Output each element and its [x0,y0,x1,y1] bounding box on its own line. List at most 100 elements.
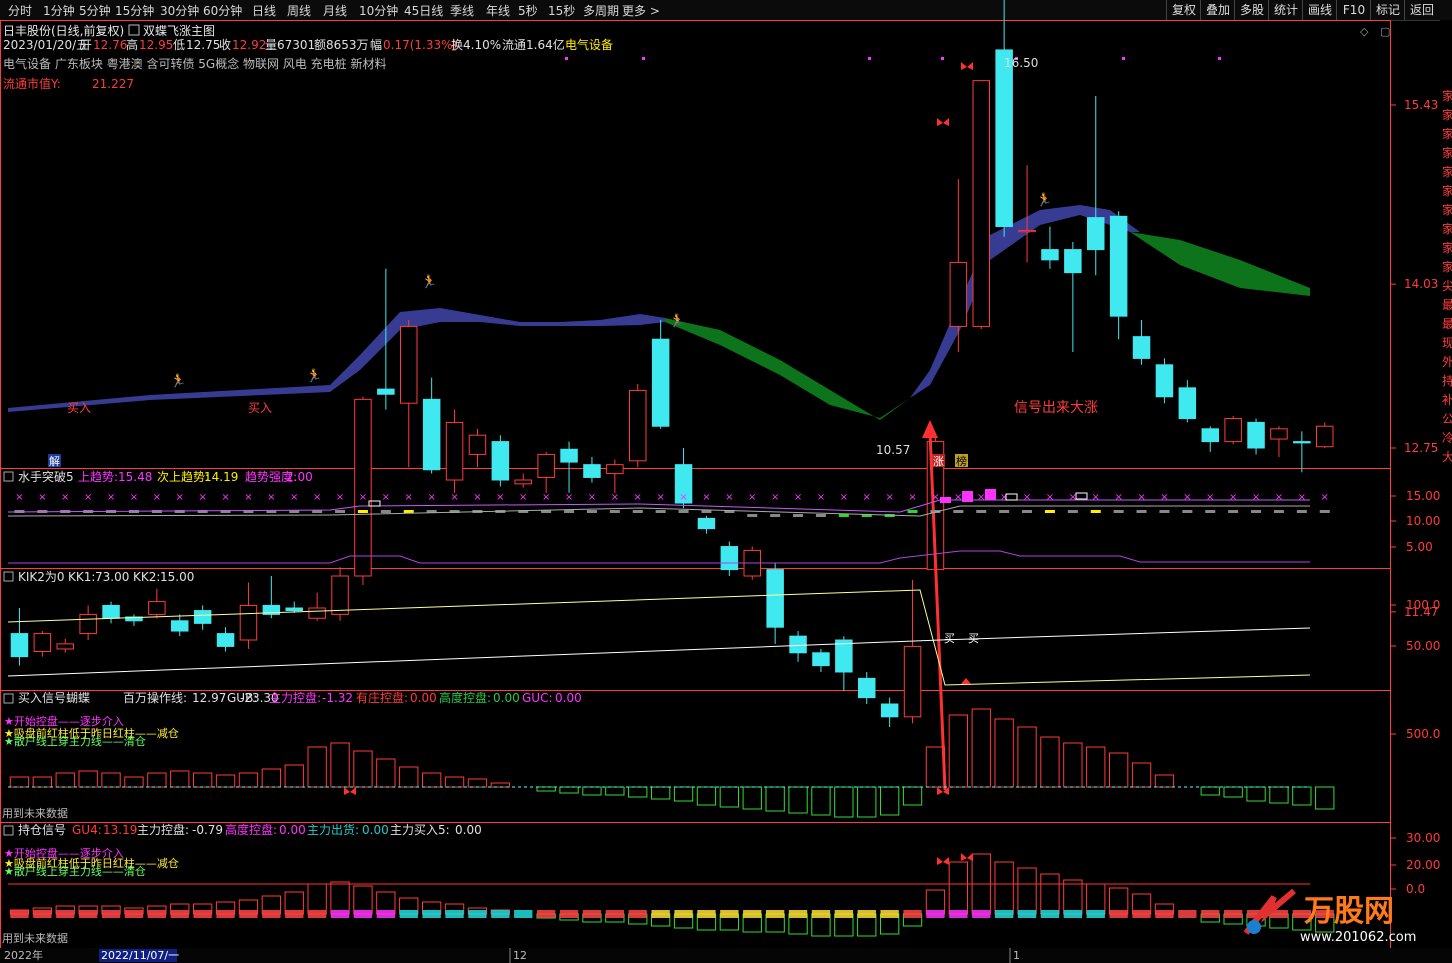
candle-body-15 [354,398,372,577]
p4-band-43 [994,910,1014,918]
p1-dash-42 [976,510,987,513]
p1-cross-18: × [427,492,435,503]
candle-body-44 [1018,229,1036,233]
p1-cross-35: × [817,492,825,503]
p4-band-13 [307,910,327,918]
mcap-value: 21.227 [92,77,134,91]
p2-kk2-line [7,627,1311,677]
p1-cross-55: × [1275,492,1283,503]
butterfly-icon-1 [961,62,973,70]
p3-bar-2 [55,772,75,788]
p1-cross-11: × [267,492,275,503]
p1-dash-44 [1022,510,1033,513]
p4-band-33 [765,910,785,918]
p4-bar-43 [994,861,1014,915]
candle-body-38 [880,703,899,718]
p2-axis-0: 100.0 [1406,598,1440,612]
candle-body-21 [491,441,510,481]
side-letter-7: 家 [1442,221,1452,236]
p3-bar-9 [215,774,236,788]
p4-band-8 [193,910,212,918]
p3-bar-56 [1292,786,1312,806]
panel2-p1-value: 73.00 [95,570,129,584]
p1-cross-31: × [725,492,733,503]
panel4-collapse-icon [3,825,14,836]
p1-cross-39: × [908,492,916,503]
amount-value: 额8653万 [314,38,369,52]
p1-cross-23: × [542,492,550,503]
butterfly-icon-2 [937,118,949,126]
p3-bar-27 [628,786,648,798]
p1-cross-2: × [61,492,69,503]
candle-body-48 [1109,215,1128,317]
panel2-collapse-icon [3,571,14,582]
p1-cross-13: × [313,492,321,503]
p4-band-12 [285,910,304,918]
p1-box-5 [1075,492,1088,500]
p4-bar-46 [1063,879,1083,915]
p3-bar-48 [1108,752,1129,788]
candle-body-55 [1270,428,1288,440]
panel1-l3-value: 2.00 [286,470,313,484]
p1-dash-55 [1273,510,1284,513]
panel1-collapse-icon [3,471,14,482]
candle-body-13 [308,607,326,619]
candle-body-50 [1155,364,1174,398]
side-letter-5: 家 [1442,183,1452,198]
p1-dash-29 [678,510,689,513]
p3-bar-44 [1017,726,1037,788]
p3-bar-8 [192,772,213,788]
p3-bar-47 [1086,746,1106,788]
p3-bar-25 [582,786,602,796]
candle-body-20 [468,434,487,455]
p1-dash-50 [1159,510,1170,513]
p1-cross-1: × [38,492,46,503]
p4-band-39 [903,910,922,918]
panel2-p2-label: KK2: [133,570,160,584]
panel2-p2-value: 15.00 [160,570,194,584]
p3-bar-6 [147,772,167,788]
volume-value: 量67301 [265,38,315,52]
candle-body-19 [445,421,464,481]
candle-body-26 [606,464,624,475]
p1-cross-14: × [336,492,344,503]
p2-axis-1: 50.00 [1406,639,1440,653]
panel1-l1-label: 上趋势: [78,470,118,484]
p1-cross-5: × [130,492,138,503]
p1-cross-37: × [863,492,871,503]
p4-band-22 [514,910,533,918]
low-marker: 10.57 [876,443,910,457]
p3-bar-36 [834,786,854,818]
p3-bar-50 [1154,774,1175,788]
candle-body-9 [216,633,235,647]
p4-band-41 [949,910,968,918]
p3-bar-1 [32,776,53,788]
panel4-p4-value: 0.00 [362,823,389,837]
side-letter-17: 公 [1442,412,1452,426]
candle-body-41 [949,261,968,327]
candle-body-24 [560,448,578,463]
p3-bar-41 [948,714,969,788]
p3-bar-20 [467,778,488,788]
p1-cross-16: × [382,492,390,503]
p4-band-45 [1040,910,1060,918]
p3-bar-35 [811,786,831,816]
panel3-p6-value: 0.00 [555,691,582,705]
p1-cross-4: × [107,492,115,503]
p1-cross-25: × [588,492,596,503]
p4-butterfly-2 [961,853,973,861]
p4-band-17 [399,910,418,918]
timeline-m12: 12 [513,949,527,962]
side-letter-9: 家 [1442,259,1452,274]
candle-body-2 [56,643,74,650]
change-label: 幅 [370,37,382,52]
p2-up-arrow [961,678,971,684]
p1-dash-14 [335,510,346,513]
runner-icon-4: 🏃 [669,313,685,329]
p3-bar-11 [261,768,282,788]
p1-cross-7: × [176,492,184,503]
top-dot-1 [642,57,645,60]
p3-bar-57 [1315,786,1335,810]
window-icon: ▢ [1380,25,1390,38]
p3-bar-13 [307,746,327,788]
